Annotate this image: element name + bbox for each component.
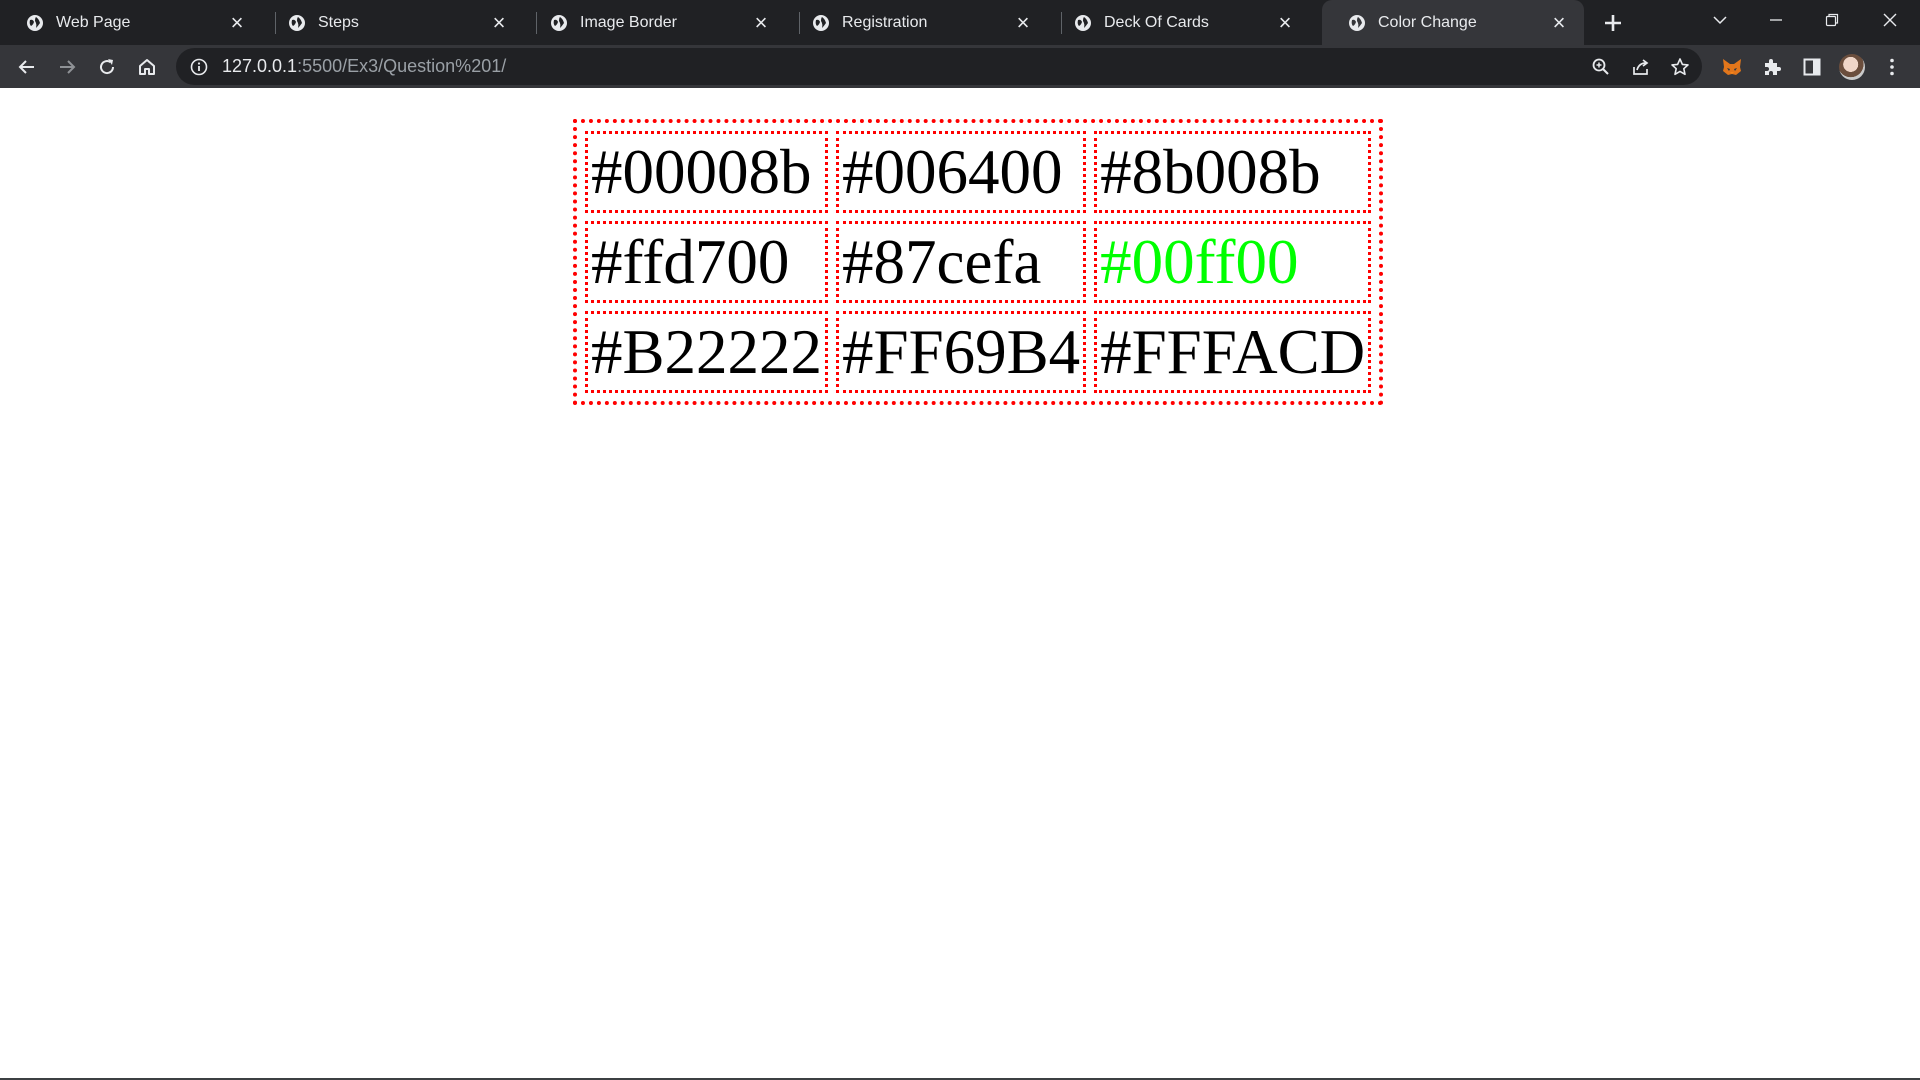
- table-row: #ffd700 #87cefa #00ff00: [585, 221, 1372, 303]
- close-icon[interactable]: ×: [224, 10, 250, 36]
- color-table: #00008b #006400 #8b008b #ffd700 #87cefa …: [573, 119, 1384, 405]
- restore-icon: [1825, 13, 1839, 27]
- back-button[interactable]: [9, 49, 45, 85]
- color-code: #00ff00: [1100, 227, 1299, 297]
- minimize-icon: [1770, 19, 1782, 21]
- tab-title: Color Change: [1378, 13, 1477, 31]
- tab-web-page[interactable]: Web Page ×: [0, 0, 262, 45]
- browser-toolbar: 127.0.0.1:5500/Ex3/Question%201/: [0, 45, 1920, 88]
- color-code: #8b008b: [1100, 137, 1321, 207]
- color-cell[interactable]: #ffd700: [585, 221, 829, 303]
- page-content: #00008b #006400 #8b008b #ffd700 #87cefa …: [0, 88, 1920, 1078]
- tab-title: Deck Of Cards: [1104, 13, 1209, 31]
- tab-color-change[interactable]: Color Change ×: [1322, 0, 1584, 45]
- globe-icon: [288, 14, 306, 32]
- color-code: #FF69B4: [842, 317, 1081, 387]
- kebab-menu-icon[interactable]: [1876, 51, 1908, 83]
- color-code: #87cefa: [842, 227, 1042, 297]
- share-icon[interactable]: [1626, 52, 1656, 82]
- puzzle-icon[interactable]: [1756, 51, 1788, 83]
- fox-icon[interactable]: [1716, 51, 1748, 83]
- color-code: #FFFACD: [1100, 317, 1366, 387]
- close-icon[interactable]: ×: [1546, 10, 1572, 36]
- url-host: 127.0.0.1: [222, 56, 298, 76]
- home-button[interactable]: [129, 49, 165, 85]
- restore-button[interactable]: [1804, 0, 1860, 40]
- color-cell[interactable]: #006400: [836, 131, 1087, 213]
- close-icon[interactable]: ×: [1272, 10, 1298, 36]
- tab-title: Web Page: [56, 13, 131, 31]
- new-tab-button[interactable]: [1596, 6, 1630, 40]
- globe-icon: [812, 14, 830, 32]
- star-icon[interactable]: [1665, 52, 1695, 82]
- color-code: #ffd700: [591, 227, 790, 297]
- info-icon[interactable]: [190, 58, 208, 76]
- minimize-button[interactable]: [1748, 0, 1804, 40]
- color-cell[interactable]: #FF69B4: [836, 311, 1087, 393]
- reload-icon: [100, 59, 115, 75]
- tab-image-border[interactable]: Image Border ×: [524, 0, 786, 45]
- reload-button[interactable]: [89, 49, 125, 85]
- arrow-left-icon: [18, 60, 34, 74]
- tab-registration[interactable]: Registration ×: [786, 0, 1048, 45]
- home-icon: [139, 59, 155, 75]
- globe-icon: [1348, 14, 1366, 32]
- color-cell[interactable]: #87cefa: [836, 221, 1087, 303]
- tab-steps[interactable]: Steps ×: [262, 0, 524, 45]
- chevron-down-icon: [1713, 16, 1727, 25]
- color-cell[interactable]: #00008b: [585, 131, 829, 213]
- table-row: #00008b #006400 #8b008b: [585, 131, 1372, 213]
- arrow-right-icon: [60, 60, 76, 74]
- color-code: #006400: [842, 137, 1063, 207]
- forward-button[interactable]: [49, 49, 85, 85]
- close-icon[interactable]: ×: [748, 10, 774, 36]
- close-icon[interactable]: ×: [1010, 10, 1036, 36]
- globe-icon: [26, 14, 44, 32]
- globe-icon: [550, 14, 568, 32]
- globe-icon: [1074, 14, 1092, 32]
- color-cell[interactable]: #8b008b: [1094, 131, 1372, 213]
- avatar: [1839, 54, 1865, 80]
- profile-button[interactable]: [1836, 51, 1868, 83]
- tab-search-button[interactable]: [1692, 0, 1748, 40]
- color-code: #B22222: [591, 317, 823, 387]
- side-panel-icon[interactable]: [1796, 51, 1828, 83]
- close-icon[interactable]: ×: [486, 10, 512, 36]
- color-cell[interactable]: #FFFACD: [1094, 311, 1372, 393]
- tab-title: Steps: [318, 13, 359, 31]
- url-text: 127.0.0.1:5500/Ex3/Question%201/: [222, 56, 506, 77]
- url-path: :5500/Ex3/Question%201/: [297, 56, 507, 76]
- address-bar[interactable]: 127.0.0.1:5500/Ex3/Question%201/: [176, 48, 1702, 85]
- close-window-button[interactable]: [1862, 0, 1918, 40]
- tab-strip: Web Page × Steps × Image Border × Regist…: [0, 0, 1920, 45]
- color-code: #00008b: [591, 137, 812, 207]
- table-row: #B22222 #FF69B4 #FFFACD: [585, 311, 1372, 393]
- tab-deck-of-cards[interactable]: Deck Of Cards ×: [1048, 0, 1310, 45]
- color-cell[interactable]: #B22222: [585, 311, 829, 393]
- close-icon: [1883, 13, 1897, 27]
- color-cell[interactable]: #00ff00: [1094, 221, 1372, 303]
- zoom-icon[interactable]: [1586, 52, 1616, 82]
- tab-title: Registration: [842, 13, 928, 31]
- tab-title: Image Border: [580, 13, 677, 31]
